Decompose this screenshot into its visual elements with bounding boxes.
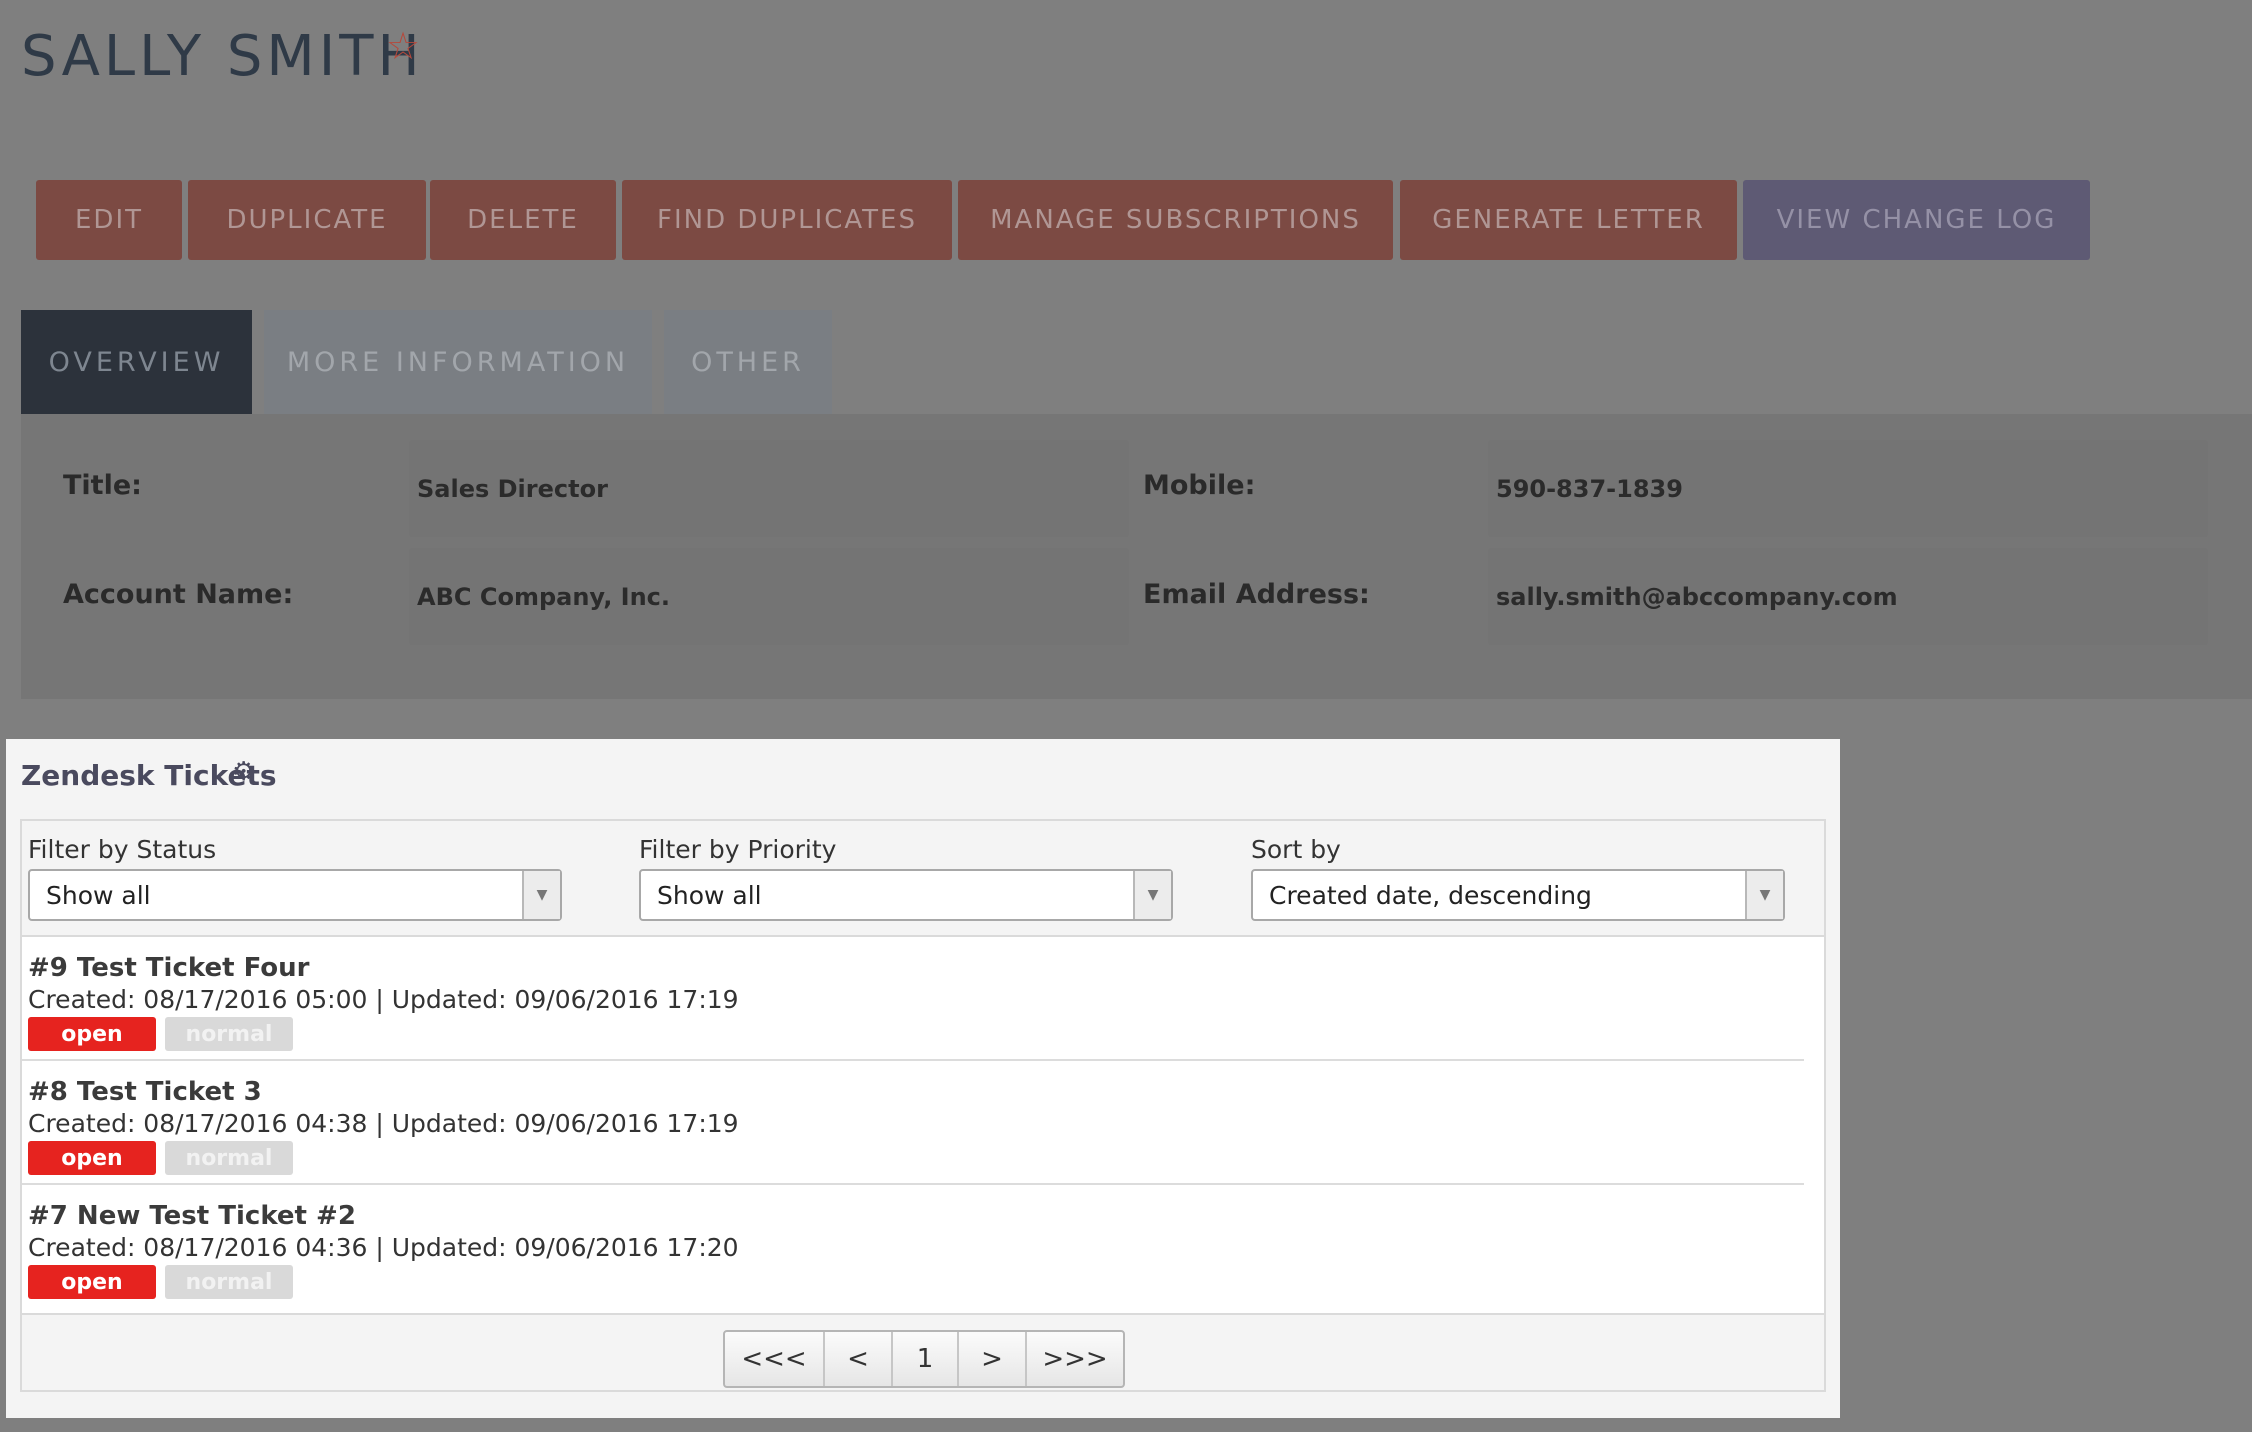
title-label: Title:: [63, 470, 142, 501]
filter-status-label: Filter by Status: [28, 835, 217, 864]
sort-by-select[interactable]: Created date, descending ▼: [1251, 869, 1785, 921]
chevron-down-icon[interactable]: ▼: [1133, 871, 1171, 919]
ticket-title[interactable]: #7 New Test Ticket #2: [28, 1201, 356, 1231]
previous-page-button[interactable]: <: [825, 1332, 893, 1386]
account-name-label: Account Name:: [63, 579, 294, 610]
mobile-value-box: 590-837-1839: [1488, 440, 2208, 537]
action-bar: EDIT DUPLICATE DELETE FIND DUPLICATES MA…: [0, 180, 2252, 260]
ticket-dates: Created: 08/17/2016 04:38 | Updated: 09/…: [28, 1109, 739, 1138]
priority-badge: normal: [165, 1265, 293, 1299]
filter-priority-label: Filter by Priority: [639, 835, 837, 864]
tab-more-information[interactable]: MORE INFORMATION: [264, 310, 652, 414]
title-value-box: Sales Director: [409, 440, 1129, 537]
mobile-value: 590-837-1839: [1496, 474, 1683, 503]
ticket-item[interactable]: #7 New Test Ticket #2 Created: 08/17/201…: [22, 1185, 1804, 1307]
page-title: SALLY SMITH: [21, 24, 424, 89]
status-badge: open: [28, 1265, 156, 1299]
current-page-button[interactable]: 1: [893, 1332, 959, 1386]
delete-button[interactable]: DELETE: [430, 180, 616, 260]
sort-by-label: Sort by: [1251, 835, 1341, 864]
filter-status-select[interactable]: Show all ▼: [28, 869, 562, 921]
ticket-dates: Created: 08/17/2016 05:00 | Updated: 09/…: [28, 985, 739, 1014]
priority-badge: normal: [165, 1017, 293, 1051]
email-address-label: Email Address:: [1143, 579, 1370, 610]
zendesk-tickets-widget: Zendesk Tickets ⚙ Filter by Status Show …: [6, 739, 1840, 1418]
manage-subscriptions-button[interactable]: MANAGE SUBSCRIPTIONS: [958, 180, 1393, 260]
ticket-item[interactable]: #8 Test Ticket 3 Created: 08/17/2016 04:…: [22, 1061, 1804, 1185]
overview-panel: Title: Sales Director Mobile: 590-837-18…: [21, 414, 2252, 699]
view-change-log-button[interactable]: VIEW CHANGE LOG: [1743, 180, 2090, 260]
ticket-title[interactable]: #9 Test Ticket Four: [28, 953, 309, 983]
email-address-value-box: sally.smith@abccompany.com: [1488, 548, 2208, 645]
status-badge: open: [28, 1141, 156, 1175]
pagination: <<< < 1 > >>>: [723, 1330, 1125, 1388]
generate-letter-button[interactable]: GENERATE LETTER: [1400, 180, 1737, 260]
email-address-value: sally.smith@abccompany.com: [1496, 582, 1898, 611]
filter-priority-select[interactable]: Show all ▼: [639, 869, 1173, 921]
priority-badge: normal: [165, 1141, 293, 1175]
account-name-value: ABC Company, Inc.: [417, 582, 671, 611]
mobile-label: Mobile:: [1143, 470, 1256, 501]
ticket-dates: Created: 08/17/2016 04:36 | Updated: 09/…: [28, 1233, 739, 1262]
sort-by-value: Created date, descending: [1269, 881, 1592, 910]
duplicate-button[interactable]: DUPLICATE: [188, 180, 426, 260]
gear-icon[interactable]: ⚙: [232, 757, 255, 787]
account-name-value-box: ABC Company, Inc.: [409, 548, 1129, 645]
chevron-down-icon[interactable]: ▼: [1745, 871, 1783, 919]
zendesk-tickets-box: Filter by Status Show all ▼ Filter by Pr…: [20, 819, 1826, 1392]
first-page-button[interactable]: <<<: [725, 1332, 825, 1386]
ticket-title[interactable]: #8 Test Ticket 3: [28, 1077, 262, 1107]
tab-other[interactable]: OTHER: [664, 310, 832, 414]
last-page-button[interactable]: >>>: [1027, 1332, 1123, 1386]
chevron-down-icon[interactable]: ▼: [522, 871, 560, 919]
ticket-item[interactable]: #9 Test Ticket Four Created: 08/17/2016 …: [22, 937, 1804, 1061]
filter-priority-value: Show all: [657, 881, 762, 910]
next-page-button[interactable]: >: [959, 1332, 1027, 1386]
status-badge: open: [28, 1017, 156, 1051]
title-value: Sales Director: [417, 474, 608, 503]
find-duplicates-button[interactable]: FIND DUPLICATES: [622, 180, 952, 260]
tab-overview[interactable]: OVERVIEW: [21, 310, 252, 414]
favorite-star-icon[interactable]: ☆: [386, 24, 420, 68]
ticket-list: #9 Test Ticket Four Created: 08/17/2016 …: [22, 937, 1824, 1315]
edit-button[interactable]: EDIT: [36, 180, 182, 260]
ticket-filters: Filter by Status Show all ▼ Filter by Pr…: [22, 821, 1824, 937]
filter-status-value: Show all: [46, 881, 151, 910]
